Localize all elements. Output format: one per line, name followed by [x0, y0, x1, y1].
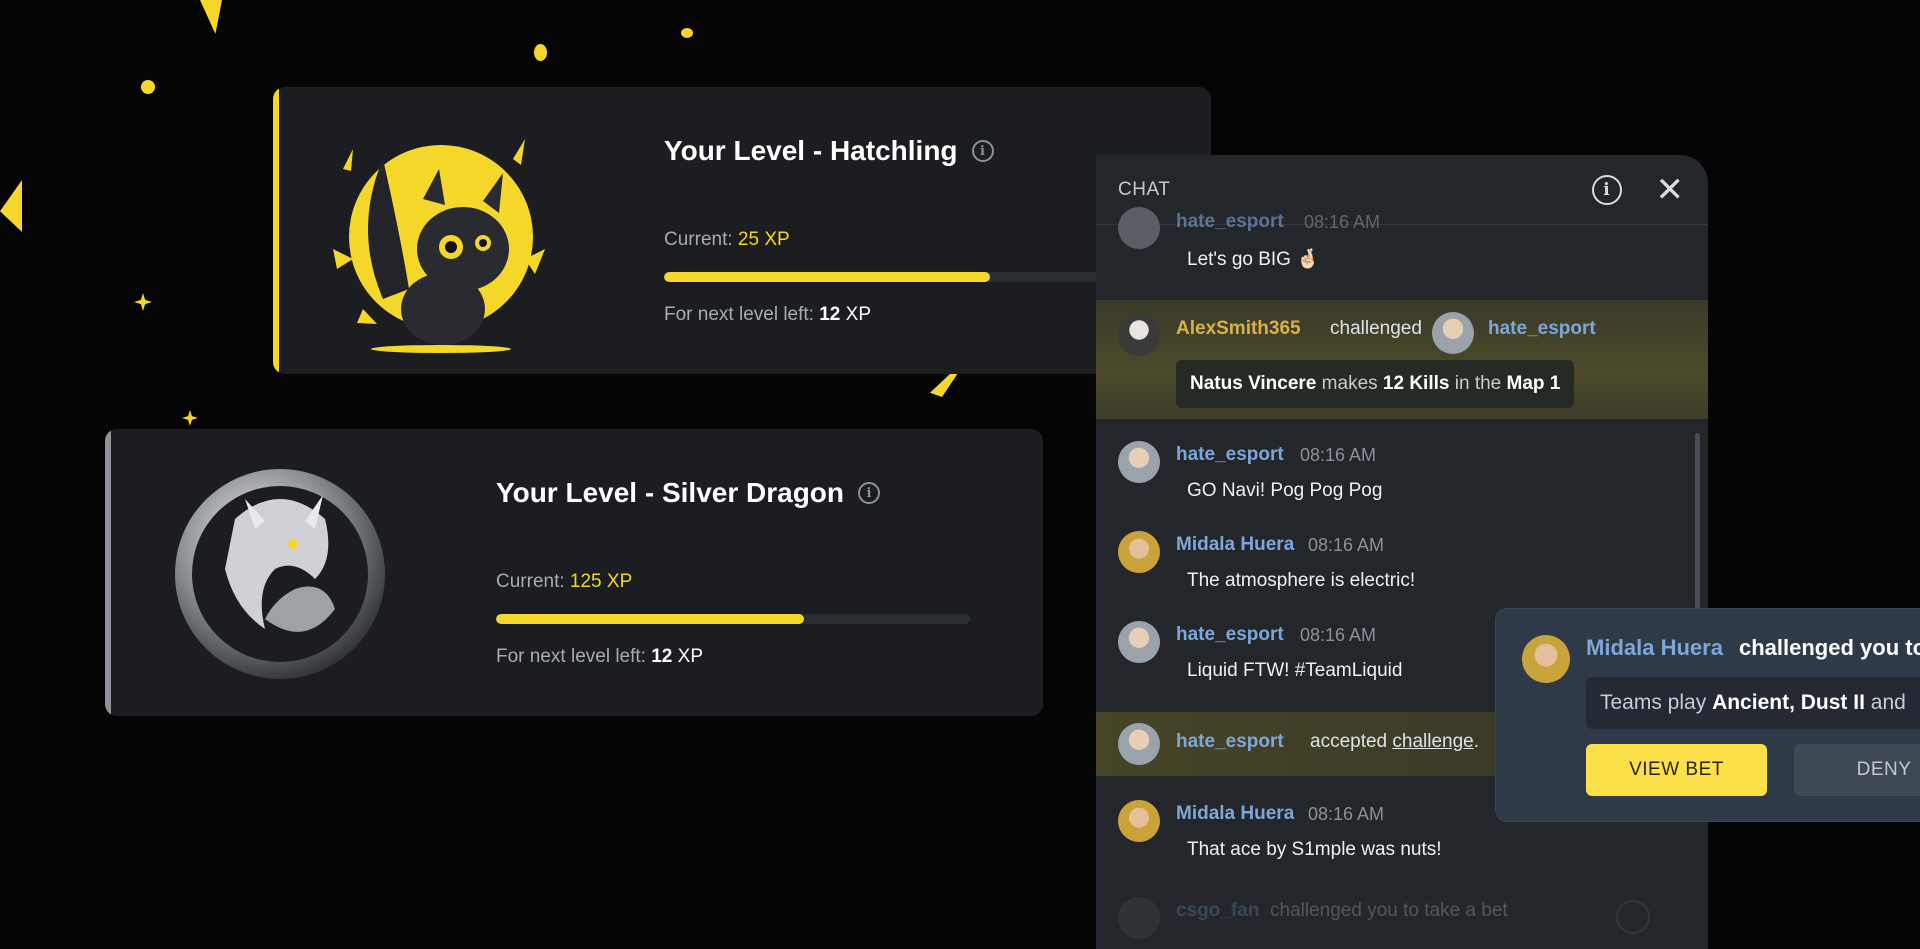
bet-prefix: Teams play	[1600, 691, 1707, 714]
message-time: 08:16 AM	[1304, 212, 1381, 232]
avatar[interactable]	[1432, 312, 1474, 354]
xp-progress-fill	[664, 272, 991, 282]
accepted-verb: accepted	[1310, 731, 1388, 752]
current-xp: Current: 25 XP	[664, 229, 790, 251]
spark-decoration	[141, 80, 155, 94]
message-text: That ace by S1mple was nuts!	[1187, 839, 1442, 860]
chat-title: CHAT	[1118, 178, 1171, 200]
avatar[interactable]	[1118, 621, 1160, 663]
info-icon[interactable]: i	[858, 482, 881, 504]
avatar[interactable]	[1118, 314, 1160, 356]
next-unit: XP	[677, 646, 704, 667]
level-card-hatchling: Your Level - Hatchling i Current: 25 XP …	[273, 87, 1211, 374]
view-bet-button[interactable]: VIEW BET	[1586, 744, 1767, 796]
message-text: Let's go BIG 🤞🏻	[1187, 249, 1320, 270]
message-username[interactable]: hate_esport	[1176, 731, 1284, 753]
hatchling-dragon-emblem	[333, 139, 545, 353]
next-value: 12	[819, 304, 841, 325]
xp-progress-fill	[496, 614, 805, 624]
message-username[interactable]: Midala Huera	[1176, 803, 1294, 825]
message-text: Liquid FTW! #TeamLiquid	[1187, 660, 1403, 681]
next-level-xp: For next level left: 12 XP	[664, 304, 871, 326]
xp-progress-bar	[496, 614, 970, 624]
spark-decoration	[534, 44, 547, 61]
bet-count: 12 Kills	[1382, 373, 1450, 394]
challenge-notification: Midala Huera challenged you to Teams pla…	[1495, 608, 1920, 822]
message-username[interactable]: Midala Huera	[1176, 534, 1294, 556]
bet-in: in the	[1454, 373, 1502, 394]
next-label: For next level left:	[664, 304, 814, 325]
message-username[interactable]: hate_esport	[1176, 211, 1284, 233]
next-value: 12	[651, 646, 673, 667]
challenger-username[interactable]: AlexSmith365	[1176, 318, 1301, 340]
current-value: 125	[569, 571, 602, 592]
bet-details[interactable]: Natus Vincere makes 12 Kills in the Map …	[1176, 360, 1575, 408]
message-time: 08:16 AM	[1308, 535, 1385, 555]
popup-bet-details: Teams play Ancient, Dust II and	[1586, 677, 1920, 729]
current-unit: XP	[606, 571, 633, 592]
current-label: Current:	[664, 229, 733, 250]
chat-panel: CHAT i ✕ hate_esport 08:16 AM Let's go B…	[1096, 155, 1708, 949]
avatar[interactable]	[1118, 800, 1160, 842]
deny-button[interactable]: DENY	[1794, 744, 1920, 796]
card-accent	[105, 429, 111, 716]
target-username[interactable]: hate_esport	[1488, 318, 1596, 340]
chat-scrollbar[interactable]	[1695, 433, 1700, 609]
avatar[interactable]	[1118, 531, 1160, 573]
spark-decoration	[200, 0, 222, 34]
close-icon[interactable]: ✕	[1656, 173, 1685, 207]
message-text: The atmosphere is electric!	[1187, 570, 1416, 591]
challenge-message: AlexSmith365 challenged hate_esport Natu…	[1096, 300, 1708, 419]
next-level-xp: For next level left: 12 XP	[496, 646, 703, 668]
spark-decoration	[681, 28, 693, 38]
avatar[interactable]	[1118, 723, 1160, 765]
bet-team: Natus Vincere	[1190, 373, 1317, 394]
message-text: challenged you to take a bet	[1270, 900, 1508, 921]
current-xp: Current: 125 XP	[496, 571, 632, 593]
current-unit: XP	[764, 229, 790, 250]
popup-text: challenged you to	[1739, 635, 1920, 660]
message-username[interactable]: csgo_fan	[1176, 900, 1259, 922]
bet-map: Map 1	[1506, 373, 1561, 394]
current-value: 25	[737, 229, 760, 250]
avatar[interactable]	[1118, 897, 1160, 939]
card-title: Your Level - Hatchling i	[664, 135, 994, 167]
card-title-text: Your Level - Hatchling	[664, 135, 958, 166]
accepted-punct: .	[1473, 731, 1480, 752]
card-title: Your Level - Silver Dragon i	[496, 477, 881, 509]
popup-username[interactable]: Midala Huera	[1586, 635, 1723, 661]
message-username[interactable]: hate_esport	[1176, 624, 1284, 646]
card-accent	[273, 87, 279, 374]
accepted-text: accepted challenge.	[1310, 731, 1479, 753]
next-unit: XP	[845, 304, 872, 325]
challenge-verb: challenged	[1330, 318, 1422, 339]
avatar[interactable]	[1118, 207, 1160, 249]
avatar[interactable]	[1522, 635, 1570, 683]
current-label: Current:	[496, 571, 565, 592]
bet-maps: Ancient, Dust II	[1712, 691, 1865, 714]
xp-progress-bar	[664, 272, 1144, 282]
message-time: 08:16 AM	[1300, 625, 1377, 645]
message-username[interactable]: hate_esport	[1176, 444, 1284, 466]
card-title-text: Your Level - Silver Dragon	[496, 477, 845, 508]
spark-decoration	[0, 180, 22, 232]
target-icon	[1616, 900, 1650, 934]
bet-makes: makes	[1321, 373, 1378, 394]
message-text: GO Navi! Pog Pog Pog	[1187, 480, 1383, 501]
next-label: For next level left:	[496, 646, 646, 667]
spark-decoration	[182, 410, 198, 426]
message-time: 08:16 AM	[1300, 445, 1377, 465]
spark-decoration	[134, 293, 152, 311]
bet-suffix: and	[1870, 691, 1906, 714]
message-time: 08:16 AM	[1308, 804, 1385, 824]
info-icon[interactable]: i	[1591, 174, 1622, 205]
silver-dragon-emblem	[175, 469, 385, 679]
level-card-silver: Your Level - Silver Dragon i Current: 12…	[105, 429, 1043, 716]
chat-header-actions: i ✕	[1591, 173, 1685, 207]
challenge-link[interactable]: challenge	[1392, 731, 1473, 752]
info-icon[interactable]: i	[971, 140, 994, 162]
avatar[interactable]	[1118, 441, 1160, 483]
